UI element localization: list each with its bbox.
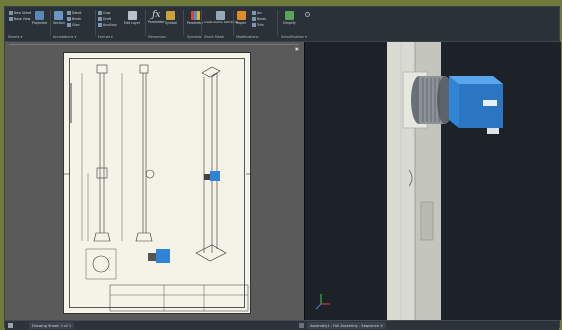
drawing-viewport[interactable]: ▣ — [5, 42, 304, 320]
edit-layer-button[interactable]: Edit Layer — [124, 11, 140, 25]
section-definitions-icon — [216, 11, 226, 20]
separator — [50, 10, 51, 36]
group-label: Sheets ▾ — [8, 35, 23, 39]
slice-icon — [67, 23, 71, 27]
motor-detail — [156, 249, 170, 263]
group-label: Annotations ▾ — [53, 35, 77, 39]
ribbon-group-sheet-metal: Create Section Definitions Sheet Metal — [204, 9, 238, 39]
fx-icon: ƒx — [152, 10, 161, 20]
repair-button[interactable]: Repair — [236, 11, 246, 25]
settings-icon[interactable] — [305, 12, 310, 17]
break-icon — [67, 17, 71, 21]
pole-top-cap — [96, 64, 108, 74]
projected-button[interactable]: Projected — [32, 11, 47, 25]
group-label: Symbols — [187, 35, 202, 39]
parameter-button[interactable]: ƒx Parameter — [148, 10, 165, 25]
tab-drawing-sheet[interactable]: Drawing Sheet: 1 of 1 — [29, 322, 75, 329]
simplify-icon — [284, 11, 294, 20]
simplify-button[interactable]: Simplify — [283, 11, 296, 25]
group-label: Modifications — [236, 35, 259, 39]
window-frame: New Sheet Base View Projected Sheets ▾ S… — [0, 0, 562, 330]
crop-icon — [98, 11, 102, 15]
winch-drum-iso — [204, 174, 210, 180]
draft-icon — [98, 17, 102, 21]
ribbon-group-modifications: Repair Arc Break Trim Modifications — [236, 9, 276, 39]
draft-button[interactable]: Draft — [98, 17, 111, 21]
scroll-handle[interactable] — [299, 323, 304, 328]
ribbon-group-symbols: Parameter Symbols — [187, 9, 204, 39]
ribbon-group-format: Crop Draft Auxiliary Edit Layer Format ▾ — [98, 9, 144, 39]
ribbon-group-dimension: ƒx Parameter Symbol Dimension — [148, 9, 182, 40]
trim-button[interactable]: Trim — [252, 23, 264, 27]
3d-model — [315, 42, 503, 320]
group-label: Dimension — [148, 35, 167, 39]
sheet-icon — [9, 11, 13, 15]
separator — [145, 10, 146, 36]
view-icon — [9, 17, 13, 21]
auxiliary-button[interactable]: Auxiliary — [98, 23, 117, 27]
repair-icon — [236, 11, 246, 20]
detail-icon — [67, 11, 71, 15]
new-sheet-button[interactable]: New Sheet — [9, 11, 31, 15]
ribbon-toolbar: New Sheet Base View Projected Sheets ▾ S… — [5, 7, 559, 42]
section-button[interactable]: Section — [53, 11, 65, 25]
projected-icon — [34, 11, 44, 20]
pane-edge — [9, 44, 299, 45]
ribbon-group-annotations: Section Detail Break Slice Annotations ▾ — [53, 9, 95, 39]
crop-button[interactable]: Crop — [98, 11, 110, 15]
axis-triad — [315, 294, 330, 310]
status-bar: Drawing Sheet: 1 of 1 Assembly1 : Full A… — [5, 320, 559, 330]
motor-iso — [210, 171, 220, 181]
group-label: Format ▾ — [98, 35, 113, 39]
drawing-sheet[interactable] — [63, 52, 252, 314]
break-tool-icon — [252, 17, 256, 21]
separator — [201, 10, 202, 36]
section-icon — [54, 11, 64, 20]
base-view-button[interactable]: Base View — [9, 17, 30, 21]
separator — [183, 10, 184, 36]
break-tool-button[interactable]: Break — [252, 17, 266, 21]
symbol-icon — [166, 11, 176, 20]
motor-bracket-front — [96, 167, 108, 179]
layer-icon — [127, 11, 137, 20]
group-label: Sheet Metal — [204, 35, 225, 39]
3d-viewport[interactable] — [305, 42, 561, 320]
symbol-button[interactable]: Symbol — [165, 11, 177, 25]
slice-button[interactable]: Slice — [67, 23, 80, 27]
separator — [233, 10, 234, 36]
pane-close-icon[interactable]: ▣ — [295, 46, 299, 51]
color-palette-icon — [190, 11, 200, 20]
separator — [277, 10, 278, 36]
tab-assembly[interactable]: Assembly1 : Full Assembly - Sequence ✕ — [307, 322, 387, 329]
detail-button[interactable]: Detail — [67, 11, 81, 15]
drawing-views — [64, 64, 252, 312]
separator — [95, 10, 96, 36]
auxiliary-icon — [98, 23, 102, 27]
trim-icon — [252, 23, 256, 27]
home-icon[interactable] — [8, 323, 13, 328]
ribbon-group-sheets: New Sheet Base View Projected Sheets ▾ — [8, 9, 48, 39]
break-button[interactable]: Break — [67, 17, 81, 21]
group-label: Simplification ▾ — [281, 35, 307, 39]
arc-button[interactable]: Arc — [252, 11, 262, 15]
app-window: New Sheet Base View Projected Sheets ▾ S… — [4, 6, 561, 330]
arc-icon — [252, 11, 256, 15]
